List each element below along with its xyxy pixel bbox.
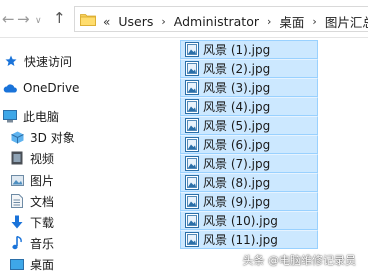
- sidebar-item-label: 桌面: [30, 257, 55, 272]
- picture-icon: [10, 173, 24, 187]
- document-icon: [10, 194, 24, 208]
- breadcrumb-separator-icon[interactable]: ›: [312, 15, 316, 28]
- image-file-icon: [185, 80, 199, 95]
- file-name: 风景 (1).jpg: [203, 43, 271, 57]
- sidebar-item-label: 下载: [30, 215, 55, 230]
- breadcrumb-desktop[interactable]: 桌面: [279, 12, 304, 31]
- file-name: 风景 (10).jpg: [203, 214, 278, 228]
- chevron-down-icon[interactable]: ∨: [35, 13, 42, 29]
- sidebar-item-documents[interactable]: 文档: [10, 191, 54, 211]
- breadcrumb-overflow[interactable]: «: [103, 15, 110, 29]
- cube-icon: [10, 130, 24, 144]
- breadcrumb-separator-icon[interactable]: ›: [161, 15, 165, 28]
- back-arrow-icon[interactable]: ←: [2, 11, 15, 27]
- image-file-icon: [185, 99, 199, 114]
- image-file-icon: [185, 118, 199, 133]
- breadcrumb: « Users › Administrator › 桌面 › 图片汇总: [103, 12, 368, 31]
- up-arrow-icon[interactable]: ↑: [53, 10, 66, 26]
- file-name: 风景 (4).jpg: [203, 100, 271, 114]
- sidebar-item-label: 此电脑: [23, 109, 60, 124]
- file-name: 风景 (9).jpg: [203, 195, 271, 209]
- image-file-icon: [185, 137, 199, 152]
- file-item[interactable]: 风景 (5).jpg: [180, 116, 318, 135]
- file-item[interactable]: 风景 (4).jpg: [180, 97, 318, 116]
- forward-arrow-icon[interactable]: →: [17, 11, 30, 27]
- star-icon: [4, 54, 18, 68]
- image-file-icon: [185, 232, 199, 247]
- sidebar-item-downloads[interactable]: 下载: [10, 212, 54, 232]
- image-file-icon: [185, 156, 199, 171]
- sidebar-item-desktop[interactable]: 桌面: [10, 254, 54, 274]
- file-list: 风景 (1).jpg 风景 (2).jpg 风景 (3).jpg 风景 (4).jpg…: [180, 40, 318, 249]
- file-name: 风景 (2).jpg: [203, 62, 271, 76]
- sidebar-item-quick-access[interactable]: 快速访问: [4, 51, 72, 71]
- sidebar-item-label: 音乐: [30, 236, 55, 251]
- sidebar-item-onedrive[interactable]: OneDrive: [3, 78, 79, 98]
- sidebar-item-label: 视频: [30, 151, 55, 166]
- address-toolbar: ← → ∨ ↑ « Users › Administrator › 桌面 › 图…: [0, 0, 368, 38]
- file-name: 风景 (6).jpg: [203, 138, 271, 152]
- sidebar-item-label: OneDrive: [23, 81, 80, 95]
- file-name: 风景 (11).jpg: [203, 233, 278, 247]
- desktop-icon: [10, 257, 24, 271]
- file-item[interactable]: 风景 (7).jpg: [180, 154, 318, 173]
- breadcrumb-separator-icon[interactable]: ›: [267, 15, 271, 28]
- image-file-icon: [185, 61, 199, 76]
- computer-icon: [3, 109, 17, 123]
- breadcrumb-current-folder[interactable]: 图片汇总: [325, 12, 368, 31]
- navigation-pane: 快速访问 OneDrive 此电脑 3D 对象 视频 图片 文档 下载 音乐 桌…: [0, 38, 80, 275]
- file-item[interactable]: 风景 (6).jpg: [180, 135, 318, 154]
- image-file-icon: [185, 194, 199, 209]
- watermark-text: 头条 @电脑维修记录员: [242, 254, 357, 267]
- address-bar[interactable]: « Users › Administrator › 桌面 › 图片汇总: [74, 6, 368, 32]
- folder-icon: [80, 14, 96, 26]
- image-file-icon: [185, 175, 199, 190]
- music-icon: [10, 236, 24, 250]
- file-item[interactable]: 风景 (11).jpg: [180, 230, 318, 249]
- sidebar-item-this-pc[interactable]: 此电脑: [3, 106, 59, 126]
- file-item[interactable]: 风景 (3).jpg: [180, 78, 318, 97]
- sidebar-item-label: 快速访问: [24, 54, 73, 69]
- sidebar-item-pictures[interactable]: 图片: [10, 170, 54, 190]
- file-item[interactable]: 风景 (10).jpg: [180, 211, 318, 230]
- sidebar-item-music[interactable]: 音乐: [10, 233, 54, 253]
- sidebar-item-label: 3D 对象: [30, 130, 75, 145]
- file-item[interactable]: 风景 (9).jpg: [180, 192, 318, 211]
- file-name: 风景 (8).jpg: [203, 176, 271, 190]
- file-name: 风景 (7).jpg: [203, 157, 271, 171]
- cloud-icon: [3, 81, 17, 95]
- image-file-icon: [185, 42, 199, 57]
- file-item[interactable]: 风景 (1).jpg: [180, 40, 318, 59]
- file-name: 风景 (3).jpg: [203, 81, 271, 95]
- image-file-icon: [185, 213, 199, 228]
- video-icon: [10, 151, 24, 165]
- sidebar-item-videos[interactable]: 视频: [10, 148, 54, 168]
- sidebar-item-3d-objects[interactable]: 3D 对象: [10, 127, 75, 147]
- download-icon: [10, 215, 24, 229]
- breadcrumb-administrator[interactable]: Administrator: [174, 14, 259, 29]
- breadcrumb-users[interactable]: Users: [118, 14, 153, 29]
- sidebar-item-label: 图片: [30, 173, 55, 188]
- file-name: 风景 (5).jpg: [203, 119, 271, 133]
- file-item[interactable]: 风景 (8).jpg: [180, 173, 318, 192]
- sidebar-item-label: 文档: [30, 194, 55, 209]
- file-item[interactable]: 风景 (2).jpg: [180, 59, 318, 78]
